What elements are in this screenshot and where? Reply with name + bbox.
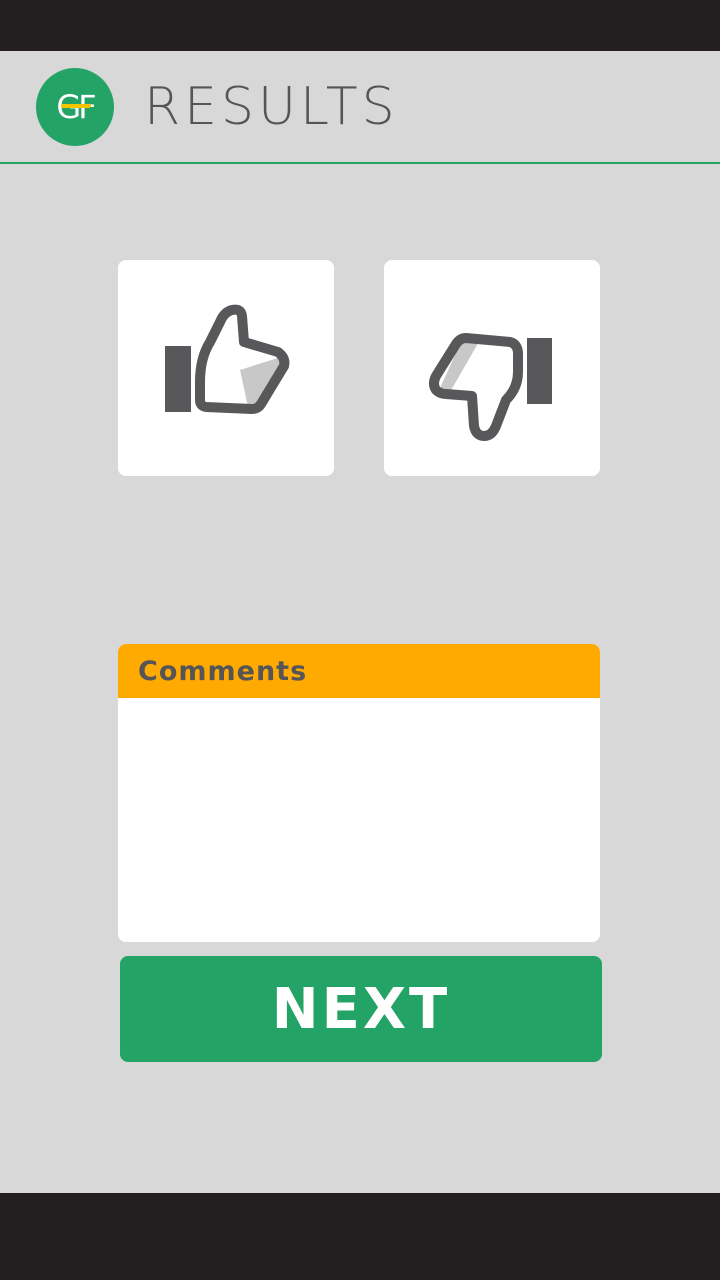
comments-label: Comments <box>138 656 308 687</box>
thumbs-down-button[interactable] <box>384 260 600 476</box>
thumbs-down-icon <box>429 333 552 441</box>
comments-header: Comments <box>118 644 600 698</box>
comments-input[interactable] <box>118 698 600 942</box>
page-title: RESULTS <box>144 77 399 137</box>
thumbs-up-button[interactable] <box>118 260 334 476</box>
comments-box: Comments <box>118 644 600 942</box>
status-bar <box>0 0 720 51</box>
next-button[interactable]: NEXT <box>120 956 602 1062</box>
navigation-bar <box>0 1193 720 1280</box>
logo-accent-bar <box>61 104 91 108</box>
thumbs-up-icon <box>165 304 290 414</box>
app-logo: GF <box>36 68 114 146</box>
app-header: GF RESULTS <box>0 51 720 164</box>
